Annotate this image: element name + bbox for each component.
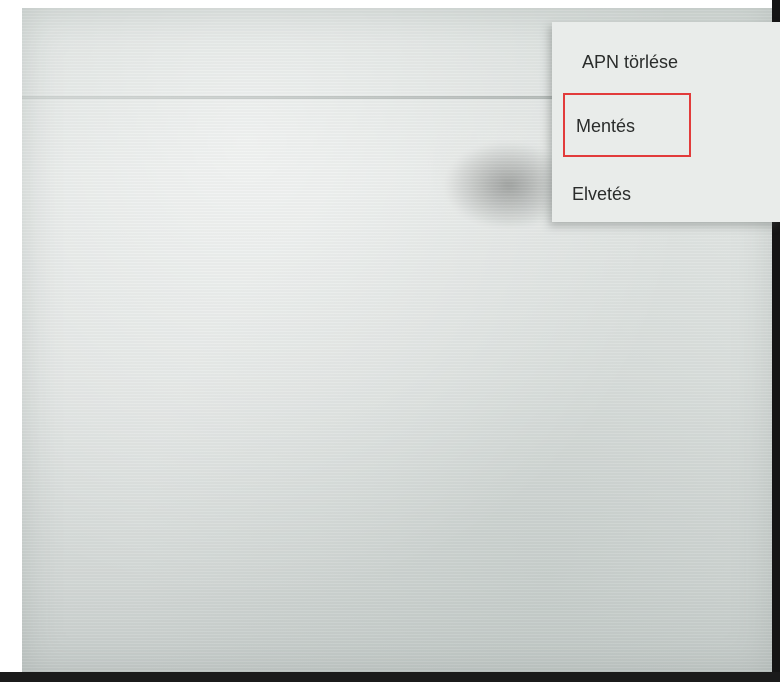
menu-item-label: Elvetés [572, 183, 632, 204]
screen-glare-reflection [432, 133, 572, 228]
menu-item-label: APN törlése [582, 51, 679, 72]
menu-item-discard[interactable]: Elvetés [552, 162, 780, 226]
left-margin [0, 0, 22, 682]
highlight-box [563, 93, 691, 157]
device-bezel-bottom [0, 672, 780, 682]
menu-item-delete-apn[interactable]: APN törlése [552, 30, 780, 94]
app-bar-divider [22, 96, 582, 99]
photo-frame: APN törlése Mentés Elvetés [0, 0, 780, 682]
